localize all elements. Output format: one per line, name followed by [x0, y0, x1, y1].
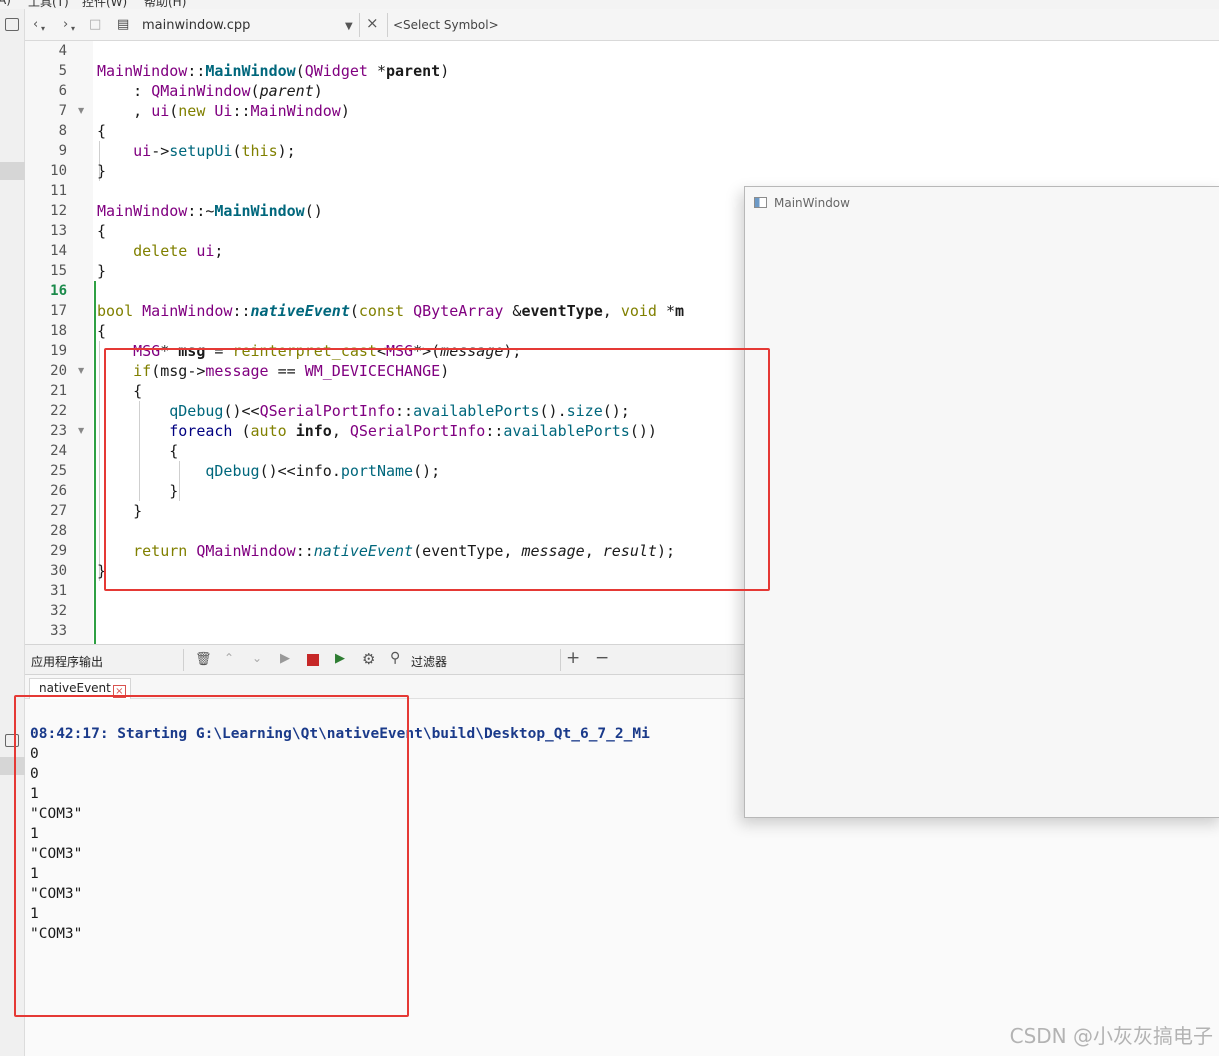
line-number: 28 — [50, 523, 67, 539]
line-number: 5 — [58, 63, 67, 79]
code-line-6: : QMainWindow(parent) — [97, 82, 323, 100]
menu-item-help[interactable]: 帮助(H) — [144, 0, 186, 9]
watermark: CSDN @小灰灰搞电子 — [1009, 1024, 1213, 1048]
code-line-13: { — [97, 222, 107, 240]
line-number: 8 — [58, 123, 67, 139]
line-number: 6 — [58, 83, 67, 99]
editor-toolbar: ‹ ▾ › ▾ □ ▤ mainwindow.cpp ▼ × <Select S… — [25, 9, 1219, 41]
line-number: 10 — [50, 163, 67, 179]
panel-toggle-icon[interactable] — [5, 18, 19, 31]
code-line-15: } — [97, 262, 107, 280]
line-number: 15 — [50, 263, 67, 279]
code-line-12: MainWindow::~MainWindow() — [97, 202, 323, 220]
filter-label[interactable]: 过滤器 — [411, 653, 447, 670]
highlight-box-output — [14, 695, 409, 1017]
tab-label: nativeEvent — [39, 681, 111, 695]
mode-selected-marker — [0, 162, 25, 180]
main-window[interactable]: MainWindow — [744, 186, 1219, 818]
previous-icon[interactable]: ⌃ — [224, 651, 234, 665]
toolbar-divider — [359, 13, 360, 37]
code-line-5: MainWindow::MainWindow(QWidget *parent) — [97, 62, 450, 80]
file-icon: ▤ — [117, 17, 130, 32]
close-file-icon[interactable]: × — [366, 15, 379, 31]
change-marker — [94, 281, 96, 644]
code-line-9: ui->setupUi(this); — [133, 142, 296, 160]
file-dropdown-icon[interactable]: ▼ — [345, 19, 353, 35]
line-number: 7 — [58, 103, 67, 119]
code-line-14: delete ui; — [133, 242, 224, 260]
code-line-8: { — [97, 122, 107, 140]
forward-icon[interactable]: › — [63, 17, 68, 33]
line-number: 30 — [50, 563, 67, 579]
code-line-7: , ui(new Ui::MainWindow) — [97, 102, 350, 120]
debug-run-icon[interactable]: ▶ — [335, 651, 345, 666]
code-line-17: bool MainWindow::nativeEvent(const QByte… — [97, 302, 685, 320]
lock-icon[interactable]: □ — [89, 17, 101, 33]
line-number: 27 — [50, 503, 67, 519]
line-number: 33 — [50, 623, 67, 639]
stop-icon[interactable] — [307, 654, 319, 666]
next-icon[interactable]: ⌄ — [252, 651, 262, 665]
line-number: 16 — [50, 283, 67, 299]
output-pane-title: 应用程序输出 — [31, 655, 104, 669]
line-number: 32 — [50, 603, 67, 619]
line-number: 26 — [50, 483, 67, 499]
remove-pane-button[interactable]: − — [595, 648, 609, 668]
add-pane-button[interactable]: + — [566, 648, 580, 668]
line-number: 9 — [58, 143, 67, 159]
line-number: 13 — [50, 223, 67, 239]
file-name[interactable]: mainwindow.cpp — [142, 18, 250, 33]
menu-item-widgets[interactable]: 控件(W) — [82, 0, 127, 9]
code-line-18: { — [97, 322, 107, 340]
search-icon: ⚲ — [390, 650, 401, 666]
line-number: 21 — [50, 383, 67, 399]
line-number: 22 — [50, 403, 67, 419]
line-number: 23 — [50, 423, 67, 439]
line-number: 29 — [50, 543, 67, 559]
toolbar-divider — [387, 13, 388, 37]
line-number: 11 — [50, 183, 67, 199]
fold-arrow-icon[interactable]: ▼ — [78, 101, 84, 121]
back-icon[interactable]: ‹ — [33, 17, 38, 33]
settings-gear-icon[interactable]: ⚙ — [362, 650, 375, 668]
window-title: MainWindow — [774, 196, 850, 210]
line-number: 25 — [50, 463, 67, 479]
back-dropdown-icon[interactable]: ▾ — [41, 21, 45, 37]
menu-bar: A) 工具(T) 控件(W) 帮助(H) — [0, 0, 1219, 9]
fold-arrow-icon[interactable]: ▼ — [78, 361, 84, 381]
line-number: 31 — [50, 583, 67, 599]
line-number: 4 — [58, 43, 67, 59]
menu-item-tools[interactable]: 工具(T) — [28, 0, 69, 9]
toolbar-divider — [560, 649, 561, 671]
symbol-selector[interactable]: <Select Symbol> — [393, 18, 499, 32]
line-number: 18 — [50, 323, 67, 339]
menu-item[interactable]: A) — [0, 0, 11, 7]
clear-icon[interactable]: 🗑 — [195, 652, 212, 667]
window-icon — [754, 197, 767, 208]
line-number: 20 — [50, 363, 67, 379]
line-number: 17 — [50, 303, 67, 319]
line-number: 14 — [50, 243, 67, 259]
forward-dropdown-icon[interactable]: ▾ — [71, 21, 75, 37]
toolbar-divider — [183, 649, 184, 671]
fold-arrow-icon[interactable]: ▼ — [78, 421, 84, 441]
line-number: 24 — [50, 443, 67, 459]
line-number: 12 — [50, 203, 67, 219]
code-line-10: } — [97, 162, 107, 180]
line-number: 19 — [50, 343, 67, 359]
highlight-box-code — [104, 348, 770, 591]
run-icon[interactable]: ▶ — [280, 651, 290, 666]
